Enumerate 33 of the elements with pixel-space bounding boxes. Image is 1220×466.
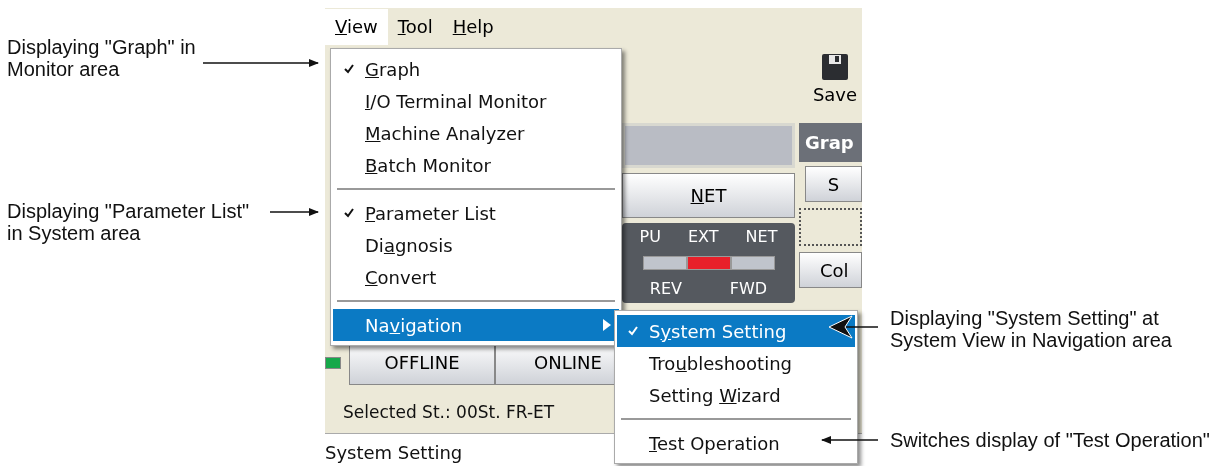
selected-station-text: Selected St.: 00St. FR-ET — [343, 401, 555, 425]
mode-label: PU — [639, 226, 661, 248]
callout-arrow — [269, 208, 319, 216]
dotted-frame — [799, 208, 862, 246]
menu-bar-item[interactable]: Help — [442, 8, 504, 45]
net-button[interactable]: NET — [622, 173, 795, 218]
menu-item[interactable]: System Setting — [617, 315, 855, 347]
callout-arrow — [821, 436, 879, 444]
menu-bar-item[interactable]: View — [325, 8, 388, 45]
menu-item[interactable]: Test Operation — [617, 427, 855, 459]
direction-label: FWD — [729, 278, 768, 300]
menu-item[interactable]: I/O Terminal Monitor — [333, 85, 619, 117]
menu-item[interactable]: Diagnosis — [333, 229, 619, 261]
menu-item[interactable]: Machine Analyzer — [333, 117, 619, 149]
callout-text: Displaying "System Setting" at System View in Navigation area — [890, 307, 1173, 351]
direction-label: REV — [649, 278, 683, 300]
column-button[interactable]: Col — [799, 252, 862, 288]
callout-text: Displaying "Graph" in Monitor area — [7, 36, 197, 80]
save-button[interactable]: Save — [808, 53, 862, 108]
callout-text: Switches display of "Test Operation" — [890, 429, 1211, 451]
panel-button[interactable]: S — [805, 166, 862, 202]
menu-bar-item[interactable]: Tool — [387, 8, 443, 45]
mode-label: NET — [745, 226, 778, 248]
panel-title: Grap — [799, 123, 862, 162]
mode-label: EXT — [687, 226, 719, 248]
menu-item[interactable]: Convert — [333, 261, 619, 293]
menu-item[interactable]: Parameter List — [333, 197, 619, 229]
status-text: System Setting — [325, 442, 463, 463]
submenu-item[interactable]: Navigation — [333, 309, 619, 341]
menu-item[interactable]: Batch Monitor — [333, 149, 619, 181]
callout-text: Displaying "Parameter List" in System area — [7, 200, 251, 244]
submenu-arrow-icon — [603, 319, 611, 331]
menu-item[interactable]: Graph — [333, 53, 619, 85]
